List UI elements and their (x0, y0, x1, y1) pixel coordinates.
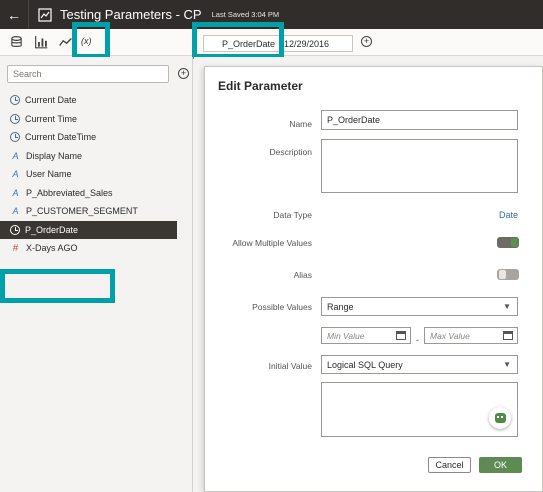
description-label: Description (269, 147, 312, 157)
calendar-icon[interactable] (503, 331, 513, 340)
list-item[interactable]: Current DateTime (0, 128, 192, 147)
alias-label: Alias (293, 270, 312, 280)
list-item-selected[interactable]: P_OrderDate (0, 220, 177, 239)
range-separator: - (416, 335, 419, 345)
parameter-list: Current Date Current Time Current DateTi… (0, 91, 192, 258)
max-value-placeholder: Max Value (430, 331, 470, 341)
chevron-down-icon: ▼ (503, 302, 511, 311)
name-field[interactable]: P_OrderDate (321, 110, 518, 130)
back-arrow-icon[interactable]: ← (0, 7, 28, 23)
parameters-panel: Search + Current Date Current Time Curre… (0, 57, 193, 492)
initial-value-selected: Logical SQL Query (327, 360, 403, 370)
min-value-input[interactable]: Min Value (321, 327, 411, 344)
assistant-icon[interactable] (489, 407, 511, 429)
min-value-placeholder: Min Value (327, 331, 365, 341)
visualizations-icon[interactable] (34, 35, 49, 49)
list-item[interactable]: Current Date (0, 91, 192, 110)
possible-values-selected: Range (327, 302, 354, 312)
ok-button[interactable]: OK (479, 457, 522, 473)
data-icon[interactable] (9, 35, 24, 49)
filter-chip-highlight (192, 22, 284, 59)
data-type-value[interactable]: Date (499, 210, 518, 220)
calendar-icon[interactable] (396, 331, 406, 340)
selected-item-highlight (0, 269, 115, 303)
text-icon: A (12, 187, 19, 198)
workbook-title: Testing Parameters - CP (60, 7, 202, 22)
list-item[interactable]: A User Name (0, 165, 192, 184)
allow-multiple-label: Allow Multiple Values (232, 238, 312, 248)
edit-parameter-dialog: Edit Parameter Name P_OrderDate Descript… (204, 66, 543, 492)
text-icon: A (12, 206, 19, 217)
list-item-label: P_Abbreviated_Sales (26, 187, 113, 198)
initial-value-label: Initial Value (268, 361, 312, 371)
clock-icon (10, 113, 20, 124)
analytics-icon[interactable] (58, 35, 73, 49)
toggle-knob (499, 270, 506, 279)
dialog-title: Edit Parameter (218, 79, 303, 93)
data-type-label: Data Type (273, 210, 312, 220)
text-icon: A (12, 150, 19, 161)
description-field[interactable] (321, 139, 518, 193)
list-item[interactable]: A Display Name (0, 147, 192, 166)
chart-icon (38, 7, 52, 22)
list-item-label: P_OrderDate (25, 224, 79, 235)
list-item-label: X-Days AGO (26, 243, 78, 254)
list-item-label: User Name (26, 169, 72, 180)
list-item-label: Current Time (25, 113, 78, 124)
filter-chip-value: 12/29/2016 (284, 39, 330, 49)
list-item[interactable]: Current Time (0, 110, 192, 129)
list-item-label: P_CUSTOMER_SEGMENT (26, 206, 138, 217)
robot-icon (494, 413, 506, 423)
list-item-label: Current Date (25, 95, 77, 106)
list-item[interactable]: # X-Days AGO (0, 239, 192, 258)
plus-circle-icon[interactable]: + (361, 36, 372, 47)
number-icon: # (12, 242, 19, 254)
header-divider (28, 0, 29, 29)
allow-multiple-toggle[interactable] (497, 237, 519, 248)
text-icon: A (12, 169, 19, 180)
possible-values-select[interactable]: Range ▼ (321, 297, 518, 316)
initial-value-select[interactable]: Logical SQL Query ▼ (321, 355, 518, 374)
cancel-button[interactable]: Cancel (428, 457, 471, 473)
name-label: Name (289, 119, 312, 129)
list-item[interactable]: A P_Abbreviated_Sales (0, 184, 192, 203)
clock-icon (10, 224, 20, 235)
sql-query-field[interactable] (321, 382, 518, 437)
saved-status: Last Saved 3:04 PM (211, 10, 280, 19)
clock-icon (10, 132, 20, 143)
chevron-down-icon: ▼ (503, 360, 511, 369)
search-input[interactable]: Search (7, 65, 169, 83)
clock-icon (10, 95, 20, 106)
list-item[interactable]: A P_CUSTOMER_SEGMENT (0, 202, 192, 221)
max-value-input[interactable]: Max Value (424, 327, 518, 344)
list-item-label: Current DateTime (25, 132, 97, 143)
add-parameter-icon[interactable]: + (178, 68, 189, 79)
possible-values-label: Possible Values (252, 302, 312, 312)
parameters-tab-highlight (72, 22, 110, 59)
list-item-label: Display Name (26, 150, 83, 161)
alias-toggle[interactable] (497, 269, 519, 280)
toggle-knob (511, 238, 518, 247)
